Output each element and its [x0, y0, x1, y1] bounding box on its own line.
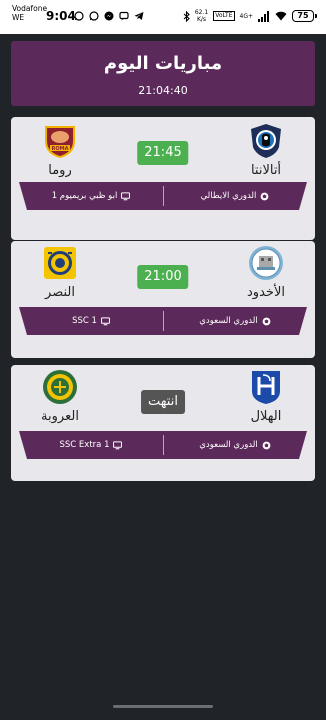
match-card[interactable]: الأخدود 21:00 النصر الدوري السعودي SSC 1: [11, 241, 315, 358]
league-name: الدوري الايطالي: [200, 191, 257, 201]
home-team[interactable]: الأخدود: [221, 245, 311, 300]
current-time: 21:04:40: [138, 84, 188, 97]
status-clock: 9:04: [46, 9, 76, 23]
carrier-label: Vodafone WE: [12, 4, 47, 22]
carrier-name: Vodafone: [12, 4, 48, 13]
match-info-bar: الدوري السعودي SSC Extra 1: [19, 431, 307, 459]
atalanta-logo: [251, 124, 281, 158]
match-status-badge: انتهت: [141, 390, 185, 414]
league-name: الدوري السعودي: [199, 316, 258, 326]
alhilal-logo: [252, 371, 280, 404]
header-card: مباريات اليوم 21:04:40: [11, 41, 315, 106]
alakhdoud-logo: [249, 246, 283, 280]
away-team[interactable]: العروبة: [15, 369, 105, 424]
signal-icon: [258, 10, 269, 22]
tv-icon: [100, 316, 110, 325]
battery-indicator: 75: [292, 10, 317, 22]
whatsapp-icon: [89, 11, 99, 21]
home-team-name: الأخدود: [247, 285, 285, 300]
football-icon: [262, 441, 271, 449]
match-card[interactable]: أتالانتا 21:45 ROMA روما الدوري الايطالي…: [11, 117, 315, 240]
notification-icons: [74, 11, 144, 21]
alnassr-logo: [44, 247, 76, 279]
network-speed-value: 62.1: [194, 9, 209, 16]
bluetooth-icon: [183, 10, 190, 22]
whatsapp-icon: [74, 11, 84, 21]
aloruba-logo: [43, 370, 77, 404]
match-info-bar: الدوري الايطالي ابو ظبي بريميوم 1: [19, 182, 307, 210]
page-title: مباريات اليوم: [103, 53, 223, 74]
chat-icon: [119, 11, 129, 21]
channel-label: ابو ظبي بريميوم 1: [19, 182, 163, 210]
tv-icon: [121, 191, 131, 200]
home-team[interactable]: أتالانتا: [221, 123, 311, 178]
match-status-badge: 21:00: [137, 265, 189, 289]
carrier-secondary: WE: [12, 13, 25, 22]
match-status-badge: 21:45: [137, 141, 189, 165]
home-team-name: أتالانتا: [250, 163, 282, 178]
channel-label: SSC 1: [19, 307, 163, 335]
roma-logo: ROMA: [45, 126, 75, 158]
status-bar: Vodafone WE 9:04 62.1 K/s VoLTE 4G+ 75: [0, 0, 326, 34]
match-info-bar: الدوري السعودي SSC 1: [19, 307, 307, 335]
network-type: 4G+: [239, 12, 254, 20]
telegram-icon: [134, 12, 144, 20]
info-divider: [163, 435, 164, 455]
away-team-name: العروبة: [41, 409, 79, 424]
svg-text:ROMA: ROMA: [52, 146, 69, 152]
away-team-name: روما: [48, 163, 72, 178]
channel-name: SSC 1: [72, 316, 97, 326]
football-icon: [261, 192, 269, 200]
tv-icon: [113, 440, 123, 449]
match-card[interactable]: الهلال انتهت العروبة الدوري السعودي SSC …: [11, 365, 315, 481]
league-label: الدوري السعودي: [163, 307, 307, 335]
channel-name: SSC Extra 1: [59, 440, 110, 450]
away-team-name: النصر: [45, 285, 75, 300]
away-team[interactable]: ROMA روما: [15, 123, 105, 178]
channel-label: SSC Extra 1: [19, 431, 163, 459]
football-icon: [262, 317, 271, 325]
network-speed: 62.1 K/s: [195, 9, 208, 23]
league-label: الدوري السعودي: [163, 431, 307, 459]
network-speed-unit: K/s: [196, 16, 207, 23]
system-icons: 62.1 K/s VoLTE 4G+ 75: [183, 9, 317, 23]
channel-name: ابو ظبي بريميوم 1: [51, 191, 118, 201]
volte-badge: VoLTE: [213, 11, 235, 21]
navigation-bar: [0, 694, 326, 720]
league-name: الدوري السعودي: [199, 440, 258, 450]
league-label: الدوري الايطالي: [163, 182, 307, 210]
away-team[interactable]: النصر: [15, 245, 105, 300]
home-gesture-handle[interactable]: [113, 705, 213, 708]
info-divider: [163, 186, 164, 206]
home-team-name: الهلال: [250, 409, 282, 424]
home-team[interactable]: الهلال: [221, 369, 311, 424]
messenger-icon: [104, 11, 114, 21]
wifi-icon: [275, 11, 287, 21]
info-divider: [163, 311, 164, 331]
